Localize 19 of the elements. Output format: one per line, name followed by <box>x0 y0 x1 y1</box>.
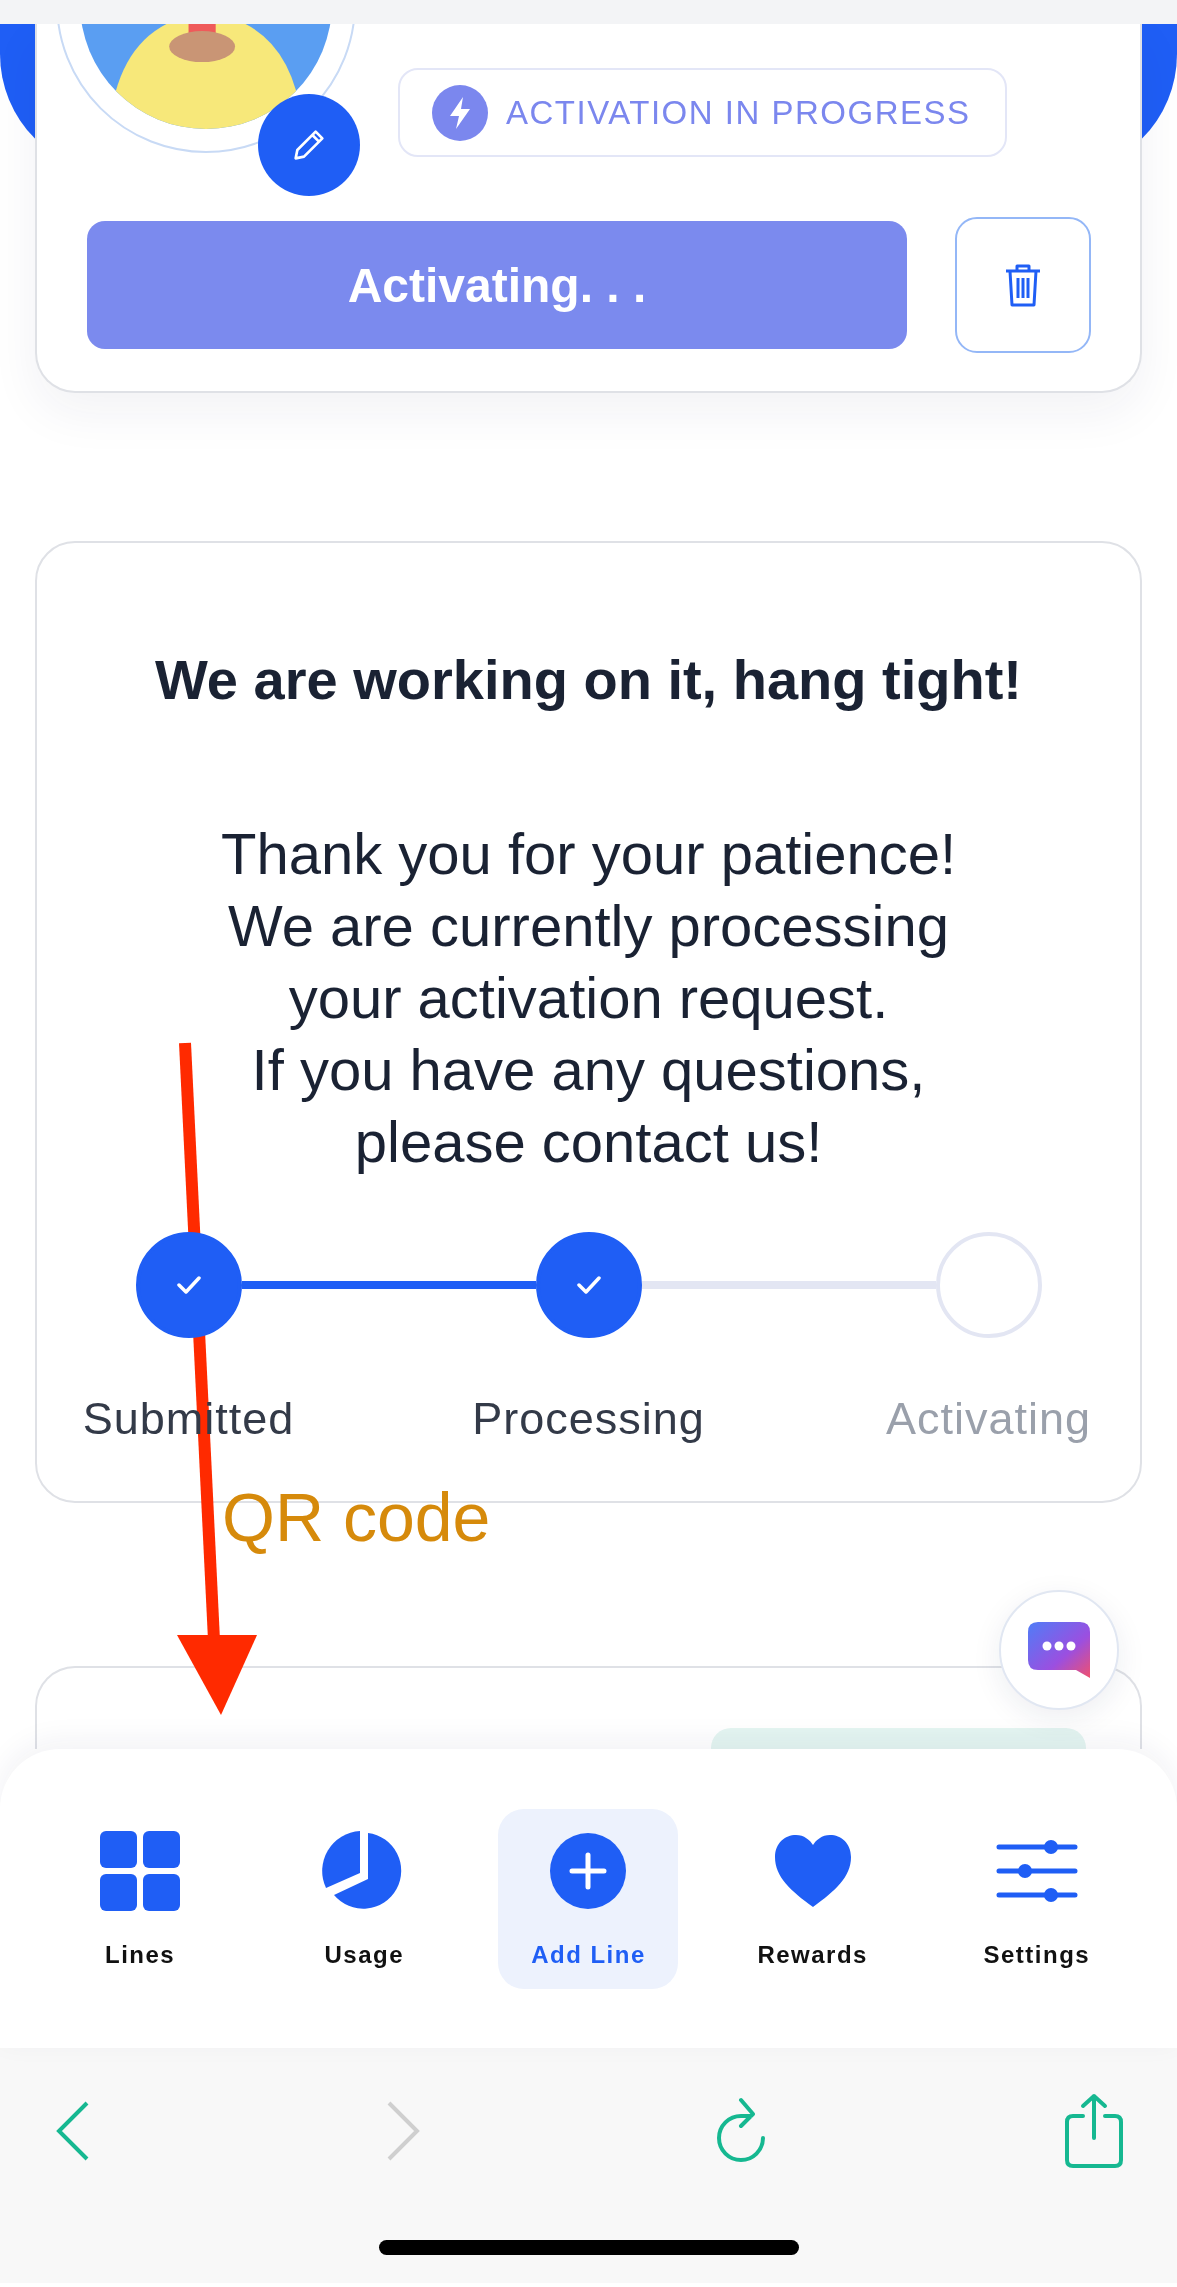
tab-bar-item[interactable]: Lines <box>50 1809 231 1989</box>
chat-bubble-icon <box>1028 1622 1090 1678</box>
status-title: We are working on it, hang tight! <box>154 647 1023 712</box>
status-label: ACTIVATION IN PROGRESS <box>506 93 971 132</box>
check-icon <box>576 1276 601 1294</box>
trash-icon <box>1003 262 1043 308</box>
step-label: Activating <box>885 1393 1092 1445</box>
tab-bar-item[interactable]: Rewards <box>722 1809 903 1989</box>
status-message: Thank you for your patience! We are currently processing your activation request. If you have any questions, please contact us! <box>219 820 958 1176</box>
delete-button[interactable] <box>955 217 1091 353</box>
share-icon <box>1062 2092 1125 2170</box>
tab-bar-item[interactable]: Settings <box>946 1809 1127 1989</box>
annotation-label: QR code <box>222 1478 491 1556</box>
tab-bar-item[interactable]: Add Line <box>498 1809 679 1989</box>
tab-bar-item[interactable]: Usage <box>274 1809 455 1989</box>
check-icon <box>176 1276 201 1294</box>
grid-icon <box>98 1829 183 1913</box>
step-label: Processing <box>472 1393 705 1445</box>
lightning-icon <box>432 84 488 141</box>
